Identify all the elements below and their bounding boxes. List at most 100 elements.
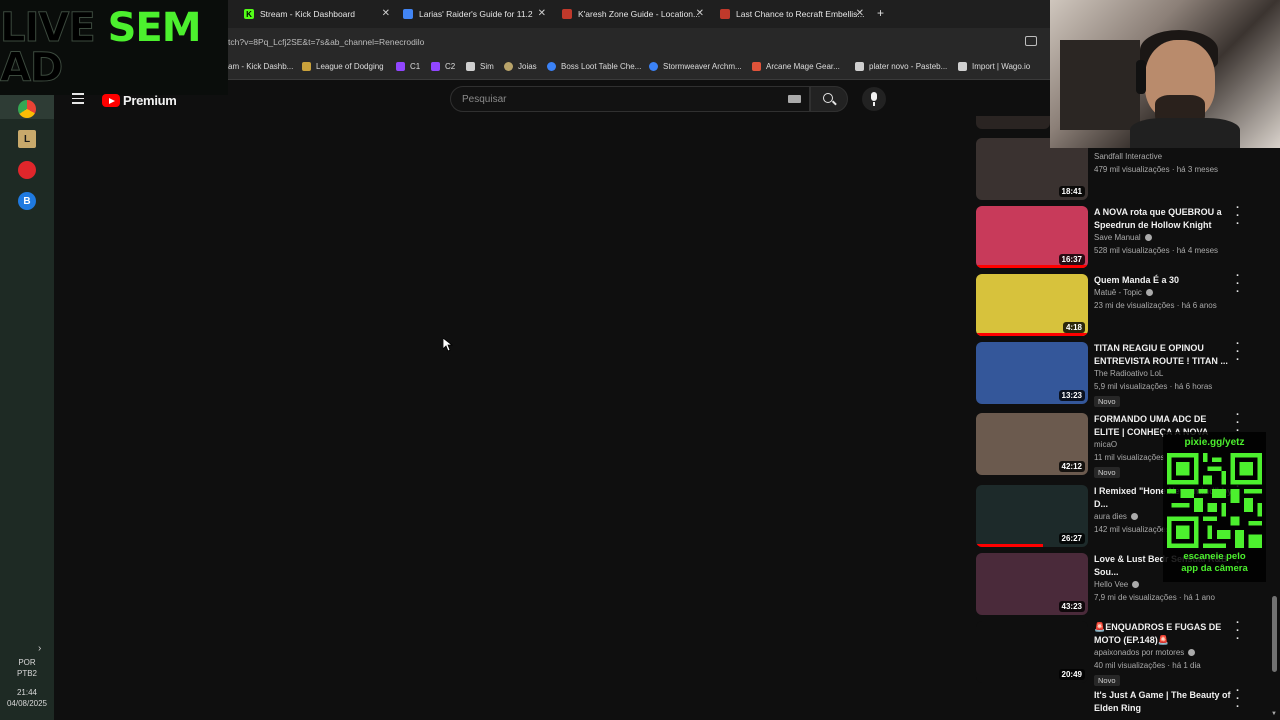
search-input[interactable]: Pesquisar (450, 86, 810, 112)
tab-raiders-guide[interactable]: Larias' Raider's Guide for 11.2 ✕ (403, 4, 546, 24)
site-icon (547, 62, 556, 71)
qr-caption: escaneie pelo app da câmera (1163, 551, 1266, 575)
scrollbar-thumb[interactable] (1272, 596, 1277, 672)
docs-icon (403, 9, 413, 19)
list-icon (466, 62, 475, 71)
video-channel[interactable]: apaixonados por motores (1094, 648, 1196, 657)
bookmark-c2[interactable]: C2 (431, 62, 455, 71)
bookmark-label: League of Dodging (316, 62, 384, 71)
verified-icon (1132, 581, 1140, 588)
partial-thumbnail[interactable] (976, 116, 1050, 129)
video-thumbnail[interactable]: 42:12 (976, 413, 1088, 475)
opera-icon[interactable] (18, 161, 36, 179)
tab-recraft[interactable]: Last Chance to Recraft Embellis... ✕ (720, 4, 864, 24)
bookmark-stormweaver[interactable]: Stormweaver Archm... (649, 62, 742, 71)
youtube-logo[interactable]: Premium (102, 93, 177, 108)
keyboard-icon[interactable] (788, 95, 801, 103)
video-title[interactable]: 🚨ENQUADROS E FUGAS DE MOTO (EP.148)🚨 (1094, 621, 1234, 647)
video-thumbnail[interactable]: 4:18 (976, 274, 1088, 336)
close-icon[interactable]: ✕ (538, 8, 546, 19)
video-duration: 4:18 (1062, 322, 1085, 333)
channel-name: aura dies (1094, 512, 1127, 521)
related-video-item[interactable]: 4:18 Quem Manda É a 30 Matuê - Topic 23 mi … (976, 271, 1266, 338)
video-channel[interactable]: aura dies (1094, 512, 1138, 521)
video-meta: 23 mi de visualizações · há 6 anos (1094, 301, 1217, 310)
new-tab-button[interactable]: + (877, 6, 884, 20)
video-title[interactable]: Quem Manda É a 30 (1094, 274, 1234, 287)
qr-caption-line2: app da câmera (1181, 563, 1248, 574)
bookmark-sim[interactable]: Sim (466, 62, 494, 71)
chevron-right-icon[interactable]: › (38, 643, 41, 654)
tab-karesh-guide[interactable]: K'aresh Zone Guide - Location... ✕ (562, 4, 704, 24)
bookmark-arcane-mage[interactable]: Arcane Mage Gear... (752, 62, 840, 71)
wowhead-icon (720, 9, 730, 19)
wowhead-icon (562, 9, 572, 19)
bookmark-c1[interactable]: C1 (396, 62, 420, 71)
related-video-item[interactable]: 13:23 TITAN REAGIU E OPINOU ENTREVISTA RO… (976, 339, 1266, 407)
video-duration: 20:49 (1058, 669, 1085, 680)
video-title[interactable]: A NOVA rota que QUEBROU a Speedrun de Ho… (1094, 206, 1234, 232)
gem-icon (504, 62, 513, 71)
close-icon[interactable]: ✕ (856, 8, 864, 19)
bookmark-label: Boss Loot Table Che... (561, 62, 642, 71)
video-channel[interactable]: Hello Vee (1094, 580, 1140, 589)
close-icon[interactable]: ✕ (696, 8, 704, 19)
bookmark-boss-loot[interactable]: Boss Loot Table Che... (547, 62, 641, 71)
related-video-item[interactable]: 16:37 A NOVA rota que QUEBROU a Speedrun … (976, 203, 1266, 270)
clock[interactable]: 21:44 04/08/2025 (0, 687, 54, 709)
new-badge: Novo (1094, 467, 1120, 478)
voice-search-button[interactable] (862, 87, 886, 111)
verified-icon (1188, 649, 1196, 656)
video-channel[interactable]: Sandfall Interactive (1094, 152, 1162, 161)
video-duration: 26:27 (1058, 533, 1085, 544)
more-options-icon[interactable]: ··· (1236, 271, 1240, 298)
url-text[interactable]: tch?v=8Pq_Lcfj2SE&t=7s&ab_channel=Renecr… (228, 37, 424, 47)
video-thumbnail[interactable]: 20:49 (976, 621, 1088, 683)
more-options-icon[interactable]: ··· (1236, 618, 1240, 645)
chrome-icon[interactable] (18, 100, 36, 118)
video-duration: 42:12 (1058, 461, 1085, 472)
video-channel[interactable]: Save Manual (1094, 233, 1152, 242)
league-client-icon[interactable]: L (18, 130, 36, 148)
bookmark-plater[interactable]: plater novo - Pasteb... (855, 62, 947, 71)
bookmark-league-of-dodging[interactable]: League of Dodging (302, 62, 384, 71)
more-options-icon[interactable]: ··· (1236, 686, 1240, 713)
video-meta: 7,9 mi de visualizações · há 1 ano (1094, 593, 1215, 602)
bookmark-kick[interactable]: am - Kick Dashb... (228, 62, 293, 71)
youtube-play-icon (102, 94, 120, 107)
video-duration: 13:23 (1058, 390, 1085, 401)
more-options-icon[interactable]: ··· (1236, 203, 1240, 230)
watch-progress-bar (976, 544, 1044, 547)
tab-kick-dashboard[interactable]: K Stream - Kick Dashboard ✕ (244, 4, 390, 24)
bookmark-wago[interactable]: Import | Wago.io (958, 62, 1030, 71)
video-thumbnail[interactable]: 16:37 (976, 206, 1088, 268)
twitch-icon (396, 62, 405, 71)
video-channel[interactable]: The Radioativo LoL (1094, 369, 1163, 378)
bookmark-label: C2 (445, 62, 456, 71)
related-video-item[interactable]: 20:49 🚨ENQUADROS E FUGAS DE MOTO (EP.148)… (976, 618, 1266, 686)
video-title[interactable]: TITAN REAGIU E OPINOU ENTREVISTA ROUTE !… (1094, 342, 1234, 368)
tab-label: Last Chance to Recraft Embellis... (736, 9, 864, 19)
cast-icon[interactable] (1025, 36, 1037, 46)
kick-icon: K (244, 9, 254, 19)
battlenet-icon[interactable]: B (18, 192, 36, 210)
video-title[interactable]: It's Just A Game | The Beauty of Elden R… (1094, 689, 1234, 715)
related-video-item[interactable]: It's Just A Game | The Beauty of Elden R… (976, 686, 1266, 720)
search-button[interactable] (810, 86, 848, 112)
bookmark-joias[interactable]: Joias (504, 62, 537, 71)
menu-icon[interactable] (72, 93, 84, 107)
more-options-icon[interactable]: ··· (1236, 339, 1240, 366)
new-badge: Novo (1094, 675, 1120, 686)
video-thumbnail[interactable]: 26:27 (976, 485, 1088, 547)
watch-progress-bar (976, 333, 1088, 336)
video-channel[interactable]: micaO (1094, 440, 1117, 449)
video-thumbnail[interactable]: 43:23 (976, 553, 1088, 615)
video-thumbnail[interactable]: 13:23 (976, 342, 1088, 404)
language-indicator[interactable]: POR PTB2 (0, 657, 54, 679)
video-channel[interactable]: Matuê - Topic (1094, 288, 1153, 297)
verified-icon (1130, 513, 1138, 520)
bookmark-label: Import | Wago.io (972, 62, 1031, 71)
close-icon[interactable]: ✕ (382, 8, 390, 19)
related-videos-list: 18:41Behind the VoicesSandfall Interacti… (976, 116, 1266, 720)
scroll-down-icon[interactable]: ▼ (1271, 711, 1277, 717)
